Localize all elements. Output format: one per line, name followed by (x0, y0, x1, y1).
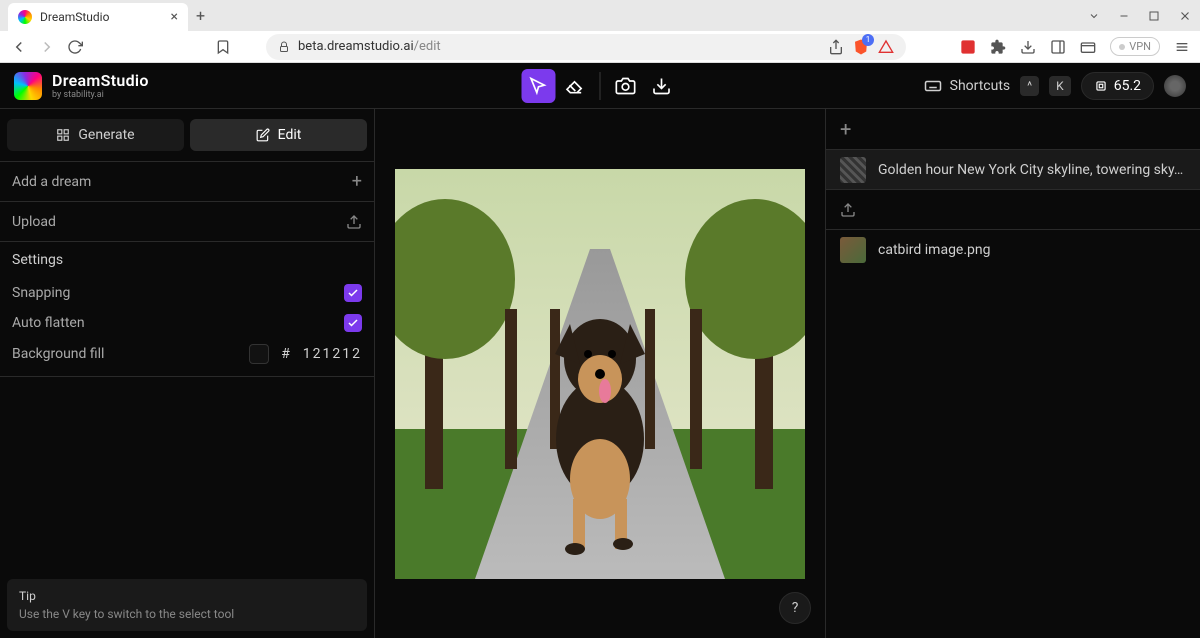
hex-value: # 121212 (281, 346, 362, 362)
tab-generate[interactable]: Generate (7, 119, 184, 151)
vpn-status-dot (1119, 44, 1125, 50)
share-icon[interactable] (828, 39, 844, 55)
sidebar-icon[interactable] (1050, 39, 1066, 55)
new-tab-button[interactable]: + (196, 6, 205, 25)
toolbar-divider (600, 72, 601, 100)
plus-icon: + (352, 171, 362, 192)
url-host: beta.dreamstudio.ai/edit (298, 39, 441, 54)
menu-icon[interactable] (1174, 39, 1190, 55)
snapping-row: Snapping (0, 278, 374, 308)
color-swatch[interactable] (249, 344, 269, 364)
left-sidebar: Generate Edit Add a dream + Upload Setti… (0, 109, 375, 638)
bookmark-icon[interactable] (214, 38, 232, 56)
tab-title: DreamStudio (40, 10, 163, 24)
canvas-image[interactable] (395, 169, 805, 579)
app-root: DreamStudio by stability.ai Shortcuts (0, 63, 1200, 638)
browser-toolbar: beta.dreamstudio.ai/edit 1 VPN (0, 31, 1200, 63)
window-controls (1088, 9, 1192, 23)
back-button[interactable] (10, 38, 28, 56)
kbd-ctrl: ^ (1020, 76, 1039, 96)
minimize-icon[interactable] (1118, 10, 1130, 22)
canvas-area[interactable]: ? (375, 109, 825, 638)
snapping-toggle[interactable] (344, 284, 362, 302)
tip-box: Tip Use the V key to switch to the selec… (7, 579, 367, 631)
right-sidebar-header: + (826, 109, 1200, 149)
app-subtitle: by stability.ai (52, 90, 149, 100)
chip-icon (1094, 79, 1108, 93)
grid-icon (56, 128, 70, 142)
browser-tab-strip: DreamStudio × + (0, 0, 1200, 31)
address-bar[interactable]: beta.dreamstudio.ai/edit 1 (266, 34, 906, 60)
history-label: Golden hour New York City skyline, tower… (878, 162, 1183, 178)
add-history-button[interactable]: + (840, 117, 851, 141)
wallet-icon[interactable] (1080, 39, 1096, 55)
maximize-icon[interactable] (1148, 10, 1160, 22)
app-header: DreamStudio by stability.ai Shortcuts (0, 63, 1200, 109)
tab-edit[interactable]: Edit (190, 119, 367, 151)
history-label: catbird image.png (878, 242, 991, 258)
vpn-badge[interactable]: VPN (1110, 37, 1160, 56)
chevron-down-icon[interactable] (1088, 10, 1100, 22)
lock-icon (278, 41, 290, 53)
close-tab-icon[interactable]: × (171, 9, 178, 25)
app-name: DreamStudio (52, 71, 149, 90)
extensions-icon[interactable] (990, 39, 1006, 55)
shield-count-badge: 1 (862, 34, 874, 46)
download-tool[interactable] (645, 69, 679, 103)
canvas-toolbar (522, 69, 679, 103)
todoist-icon[interactable] (960, 39, 976, 55)
triangle-icon[interactable] (878, 39, 894, 55)
history-item-upload[interactable] (826, 189, 1200, 229)
app-logo (14, 72, 42, 100)
upload-row[interactable]: Upload (0, 201, 374, 241)
edit-icon (256, 128, 270, 142)
history-item[interactable]: Golden hour New York City skyline, tower… (826, 149, 1200, 189)
upload-icon (346, 214, 362, 230)
tip-text: Use the V key to switch to the select to… (19, 607, 355, 621)
select-tool[interactable] (522, 69, 556, 103)
keyboard-icon (924, 77, 942, 95)
tip-title: Tip (19, 589, 355, 603)
auto-flatten-toggle[interactable] (344, 314, 362, 332)
upload-icon (840, 202, 856, 218)
forward-button[interactable] (38, 38, 56, 56)
download-icon[interactable] (1020, 39, 1036, 55)
favicon (18, 10, 32, 24)
camera-tool[interactable] (609, 69, 643, 103)
shortcuts-button[interactable]: Shortcuts (924, 77, 1011, 95)
history-thumb (840, 157, 866, 183)
credits-badge[interactable]: 65.2 (1081, 72, 1154, 100)
settings-title: Settings (0, 241, 374, 278)
user-avatar[interactable] (1164, 75, 1186, 97)
history-thumb (840, 237, 866, 263)
eraser-tool[interactable] (558, 69, 592, 103)
auto-flatten-row: Auto flatten (0, 308, 374, 338)
close-window-icon[interactable] (1178, 9, 1192, 23)
right-sidebar: + Golden hour New York City skyline, tow… (825, 109, 1200, 638)
brave-shield-icon[interactable]: 1 (852, 38, 870, 56)
history-item[interactable]: catbird image.png (826, 229, 1200, 269)
add-dream-row[interactable]: Add a dream + (0, 161, 374, 201)
bg-fill-row: Background fill # 121212 (0, 338, 374, 377)
kbd-k: K (1049, 76, 1071, 96)
browser-tab[interactable]: DreamStudio × (8, 3, 188, 31)
help-button[interactable]: ? (779, 592, 811, 624)
reload-button[interactable] (66, 38, 84, 56)
